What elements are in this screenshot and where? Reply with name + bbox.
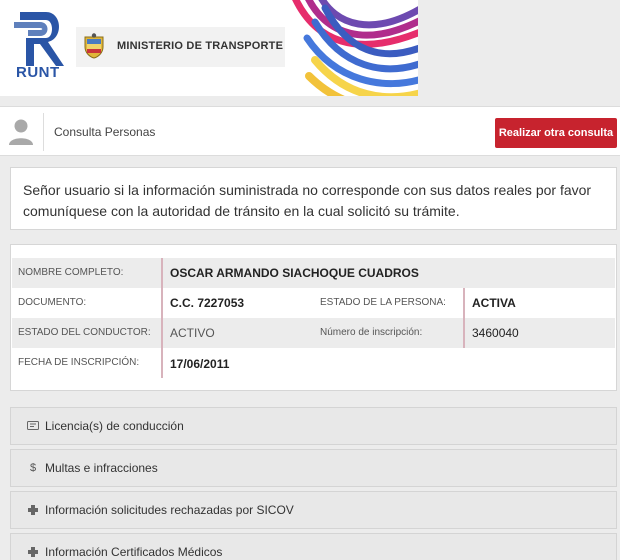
accordion-label: Multas e infracciones	[45, 461, 158, 475]
accordion-label: Información Certificados Médicos	[45, 545, 223, 559]
divider	[161, 348, 163, 378]
bar-divider	[43, 113, 44, 151]
medical-cross-icon	[28, 505, 38, 515]
row-nombre: NOMBRE COMPLETO: OSCAR ARMANDO SIACHOQUE…	[12, 258, 615, 288]
accordion-licencias[interactable]: Licencia(s) de conducción	[10, 407, 617, 445]
ministry-name: MINISTERIO DE TRANSPORTE	[117, 40, 284, 52]
row-conductor: ESTADO DEL CONDUCTOR: ACTIVO Número de i…	[12, 318, 615, 348]
divider	[161, 288, 163, 318]
id-card-icon	[27, 421, 39, 430]
documento-label: DOCUMENTO:	[18, 297, 87, 308]
inscripcion-num-value: 3460040	[472, 326, 519, 340]
nombre-label: NOMBRE COMPLETO:	[18, 267, 124, 278]
consulta-title: Consulta Personas	[54, 125, 156, 139]
estado-conductor-value: ACTIVO	[170, 326, 215, 340]
divider	[161, 318, 163, 348]
accordion-label: Información solicitudes rechazadas por S…	[45, 503, 294, 517]
colombia-flag-waves-icon	[285, 0, 418, 96]
divider	[463, 288, 465, 318]
consulta-bar: Consulta Personas Realizar otra consulta	[0, 106, 620, 156]
divider	[463, 318, 465, 348]
inscripcion-num-label: Número de inscripción:	[320, 327, 423, 338]
row-fecha: FECHA DE INSCRIPCIÓN: 17/06/2011	[12, 348, 615, 378]
estado-conductor-label: ESTADO DEL CONDUCTOR:	[18, 327, 151, 338]
accordion-sicov[interactable]: Información solicitudes rechazadas por S…	[10, 491, 617, 529]
accordion-label: Licencia(s) de conducción	[45, 419, 184, 433]
new-query-button[interactable]: Realizar otra consulta	[495, 118, 617, 148]
fecha-label: FECHA DE INSCRIPCIÓN:	[18, 357, 140, 368]
colombia-seal-icon	[84, 33, 104, 59]
divider	[161, 258, 163, 288]
row-documento: DOCUMENTO: C.C. 7227053 ESTADO DE LA PER…	[12, 288, 615, 318]
accordion-multas[interactable]: $ Multas e infracciones	[10, 449, 617, 487]
runt-brand-text: RUNT	[16, 64, 60, 81]
medical-cross-icon	[28, 547, 38, 557]
nombre-value: OSCAR ARMANDO SIACHOQUE CUADROS	[170, 266, 419, 280]
person-info-panel: NOMBRE COMPLETO: OSCAR ARMANDO SIACHOQUE…	[10, 244, 617, 391]
estado-persona-label: ESTADO DE LA PERSONA:	[320, 297, 446, 308]
estado-persona-value: ACTIVA	[472, 296, 516, 310]
accordion-certificados[interactable]: Información Certificados Médicos	[10, 533, 617, 560]
documento-value: C.C. 7227053	[170, 296, 245, 310]
site-header: RUNT MINISTERIO DE TRANSPORTE	[0, 0, 620, 100]
dollar-icon: $	[29, 462, 37, 474]
user-icon	[9, 119, 33, 145]
fecha-value: 17/06/2011	[170, 357, 230, 371]
notice-message: Señor usuario si la información suminist…	[10, 167, 617, 230]
